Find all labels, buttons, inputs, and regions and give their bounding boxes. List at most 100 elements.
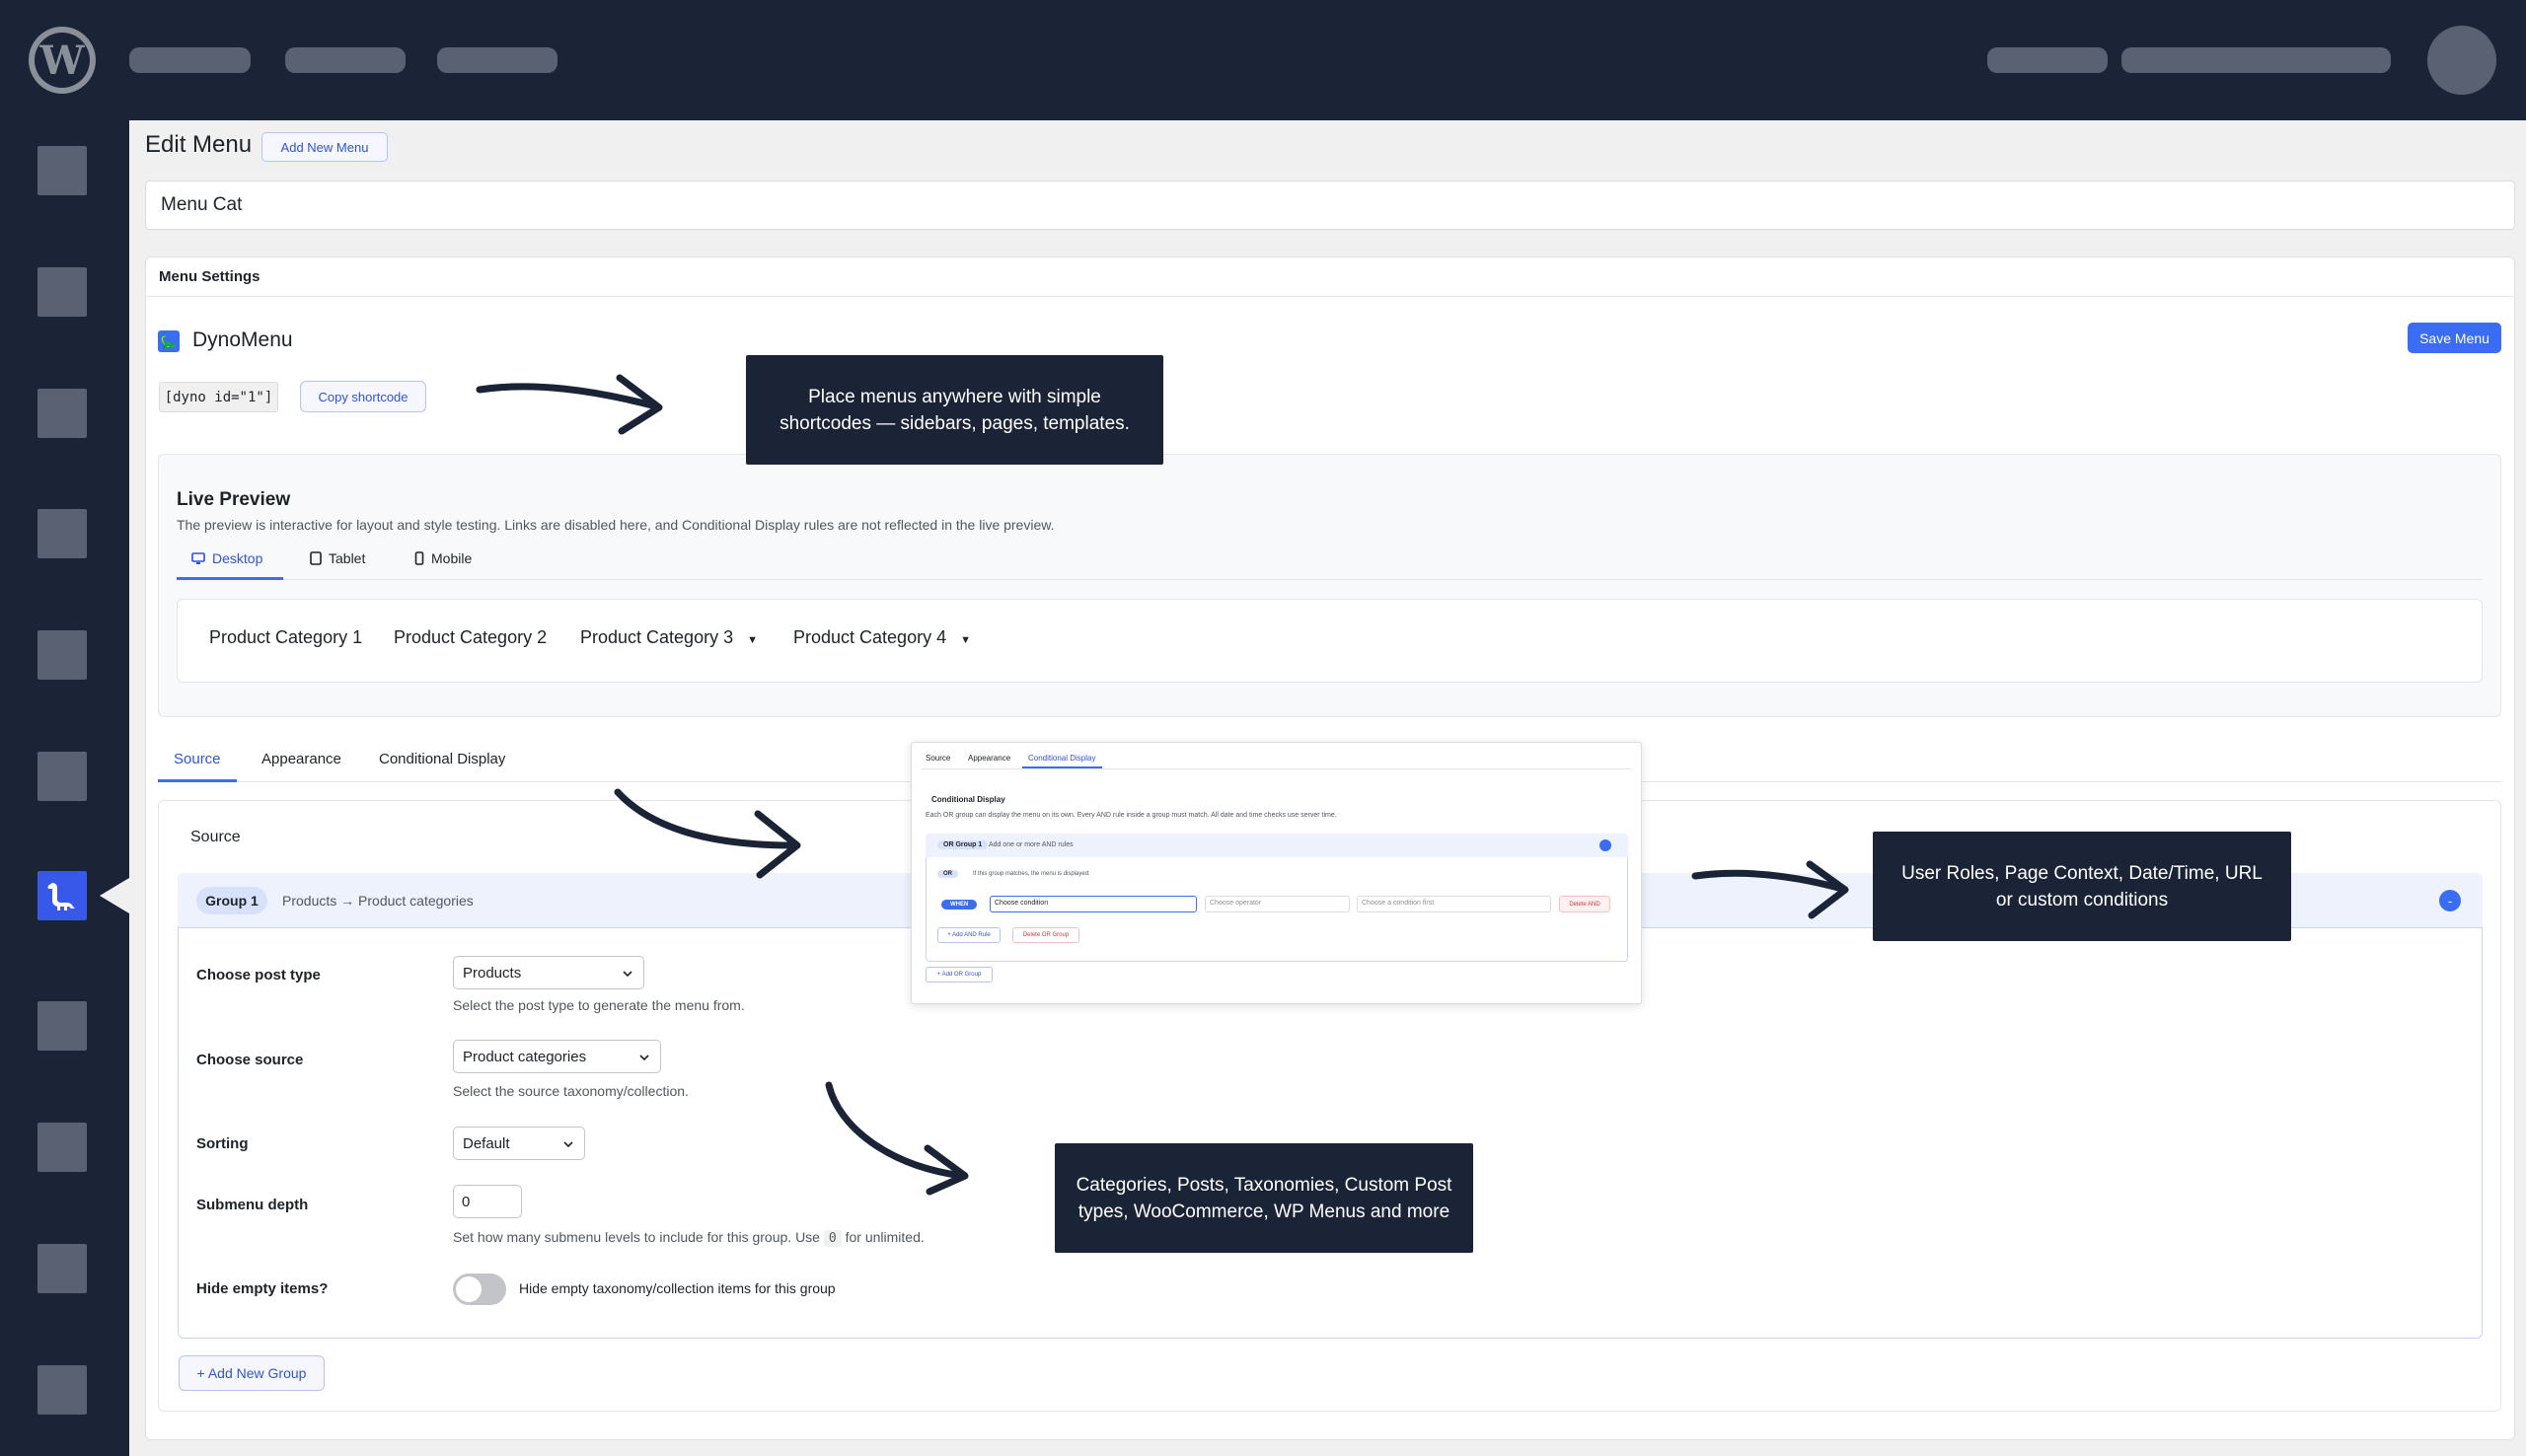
inset-or-group-badge: OR Group 1	[937, 840, 989, 849]
hide-empty-toggle-label: Hide empty taxonomy/collection items for…	[519, 1280, 836, 1296]
sorting-select[interactable]: Default	[453, 1127, 585, 1160]
tablet-icon	[310, 551, 322, 565]
callout-shortcodes: Place menus anywhere with simple shortco…	[746, 355, 1163, 465]
mobile-icon	[414, 551, 424, 565]
top-menu-placeholder-5[interactable]	[2121, 47, 2391, 73]
sidebar-item-dynomenu[interactable]	[37, 871, 87, 920]
page-title: Edit Menu	[145, 131, 253, 158]
sidebar-item-6[interactable]	[37, 752, 87, 801]
tab-tablet-label: Tablet	[329, 550, 366, 566]
admin-top-bar: W	[0, 0, 2526, 120]
menu-name-field[interactable]: Menu Cat	[145, 181, 2515, 230]
tab-desktop[interactable]: Desktop	[191, 550, 262, 566]
tab-source[interactable]: Source	[174, 751, 221, 767]
inset-when-pill: WHEN	[941, 900, 978, 910]
sidebar-item-4[interactable]	[37, 509, 87, 558]
sidebar-item-7[interactable]	[37, 1001, 87, 1051]
shortcode-display[interactable]: [dyno id="1"]	[159, 382, 278, 412]
active-menu-pointer	[100, 878, 129, 913]
add-new-menu-button[interactable]: Add New Menu	[261, 132, 388, 162]
hide-empty-label: Hide empty items?	[196, 1280, 329, 1297]
preview-menu-item[interactable]: Product Category 4 ▼	[793, 627, 971, 648]
arrow-to-conditions-callout-icon	[1691, 860, 1849, 919]
sidebar-item-1[interactable]	[37, 146, 87, 195]
arrow-to-sources-callout-icon	[825, 1081, 969, 1196]
source-select[interactable]: Product categories	[453, 1040, 661, 1073]
sidebar-item-10[interactable]	[37, 1365, 87, 1415]
top-menu-placeholder-3[interactable]	[437, 47, 557, 73]
submenu-depth-label: Submenu depth	[196, 1197, 309, 1213]
inset-delete-or: Delete OR Group	[1012, 927, 1079, 943]
sidebar-item-8[interactable]	[37, 1123, 87, 1172]
callout-conditions: User Roles, Page Context, Date/Time, URL…	[1873, 832, 2291, 941]
tab-tablet[interactable]: Tablet	[310, 550, 365, 566]
inset-add-or: + Add OR Group	[926, 967, 993, 983]
tab-desktop-label: Desktop	[212, 550, 263, 566]
menu-settings-header: Menu Settings	[146, 257, 2514, 297]
arrow-to-shortcode-callout-icon	[476, 374, 663, 435]
dinosaur-icon	[47, 883, 75, 910]
inset-or-note: If this group matches, the menu is displ…	[973, 871, 1090, 877]
inset-tab-divider	[922, 768, 1632, 769]
inset-operator-select: Choose operator	[1205, 896, 1350, 912]
tab-mobile-label: Mobile	[431, 550, 473, 566]
sidebar-item-3[interactable]	[37, 389, 87, 438]
inset-value-input: Choose a condition first	[1357, 896, 1551, 912]
inset-description: Each OR group can display the menu on it…	[926, 812, 1337, 819]
collapse-group-button[interactable]: -	[2439, 890, 2461, 911]
inset-tab-appearance: Appearance	[968, 754, 1011, 763]
plugin-title: DynoMenu	[192, 328, 293, 351]
inset-tab-source: Source	[926, 754, 951, 763]
sorting-label: Sorting	[196, 1135, 249, 1152]
avatar[interactable]	[2427, 26, 2496, 95]
inset-condition-select: Choose condition	[990, 896, 1197, 912]
group-badge: Group 1	[196, 887, 267, 914]
preview-menu-item[interactable]: Product Category 3 ▼	[580, 627, 758, 648]
active-device-indicator	[177, 577, 283, 580]
sidebar-item-2[interactable]	[37, 267, 87, 317]
live-preview-title: Live Preview	[177, 489, 291, 510]
submenu-depth-help: Set how many submenu levels to include f…	[453, 1229, 925, 1247]
live-preview-description: The preview is interactive for layout an…	[177, 517, 1055, 533]
add-new-group-button[interactable]: + Add New Group	[179, 1355, 325, 1391]
sidebar-item-9[interactable]	[37, 1244, 87, 1293]
desktop-icon	[191, 551, 205, 564]
inset-add-and: + Add AND Rule	[937, 927, 1001, 943]
hide-empty-toggle[interactable]	[453, 1274, 506, 1305]
active-tab-indicator	[158, 779, 237, 782]
sidebar-item-5[interactable]	[37, 630, 87, 680]
inset-delete-and: Delete AND	[1559, 896, 1610, 912]
device-tabs-divider	[177, 579, 2483, 580]
inset-tab-conditional: Conditional Display	[1028, 754, 1096, 763]
toggle-knob	[456, 1276, 482, 1302]
tab-appearance[interactable]: Appearance	[261, 751, 341, 767]
conditional-display-screenshot: Source Appearance Conditional Display Co…	[911, 742, 1642, 1004]
inset-or-pill: OR	[937, 870, 958, 878]
inset-collapse-icon	[1599, 839, 1611, 851]
top-menu-placeholder-4[interactable]	[1987, 47, 2108, 73]
source-title: Source	[190, 829, 241, 845]
save-menu-button[interactable]: Save Menu	[2408, 323, 2501, 353]
submenu-depth-input[interactable]: 0	[453, 1185, 522, 1218]
copy-shortcode-button[interactable]: Copy shortcode	[300, 381, 426, 412]
preview-menu-item[interactable]: Product Category 2	[394, 627, 547, 648]
tab-conditional-display[interactable]: Conditional Display	[379, 751, 505, 767]
preview-menu-item[interactable]: Product Category 1	[209, 627, 362, 648]
group-summary: Products → Product categories	[282, 893, 474, 909]
chevron-down-icon	[563, 1141, 573, 1148]
source-help: Select the source taxonomy/collection.	[453, 1083, 689, 1099]
chevron-down-icon	[639, 1055, 649, 1061]
post-type-help: Select the post type to generate the men…	[453, 997, 745, 1013]
caret-down-icon: ▼	[960, 634, 971, 646]
top-menu-placeholder-2[interactable]	[285, 47, 406, 73]
callout-sources: Categories, Posts, Taxonomies, Custom Po…	[1055, 1143, 1473, 1253]
top-menu-placeholder-1[interactable]	[129, 47, 251, 73]
dynomenu-logo-icon: 🦕	[158, 330, 180, 352]
inset-title: Conditional Display	[931, 795, 1005, 804]
admin-sidebar	[0, 120, 129, 1456]
post-type-label: Choose post type	[196, 967, 321, 983]
wordpress-logo-icon[interactable]: W	[29, 27, 96, 94]
post-type-select[interactable]: Products	[453, 956, 644, 989]
tab-mobile[interactable]: Mobile	[414, 550, 472, 566]
chevron-down-icon	[623, 971, 632, 978]
